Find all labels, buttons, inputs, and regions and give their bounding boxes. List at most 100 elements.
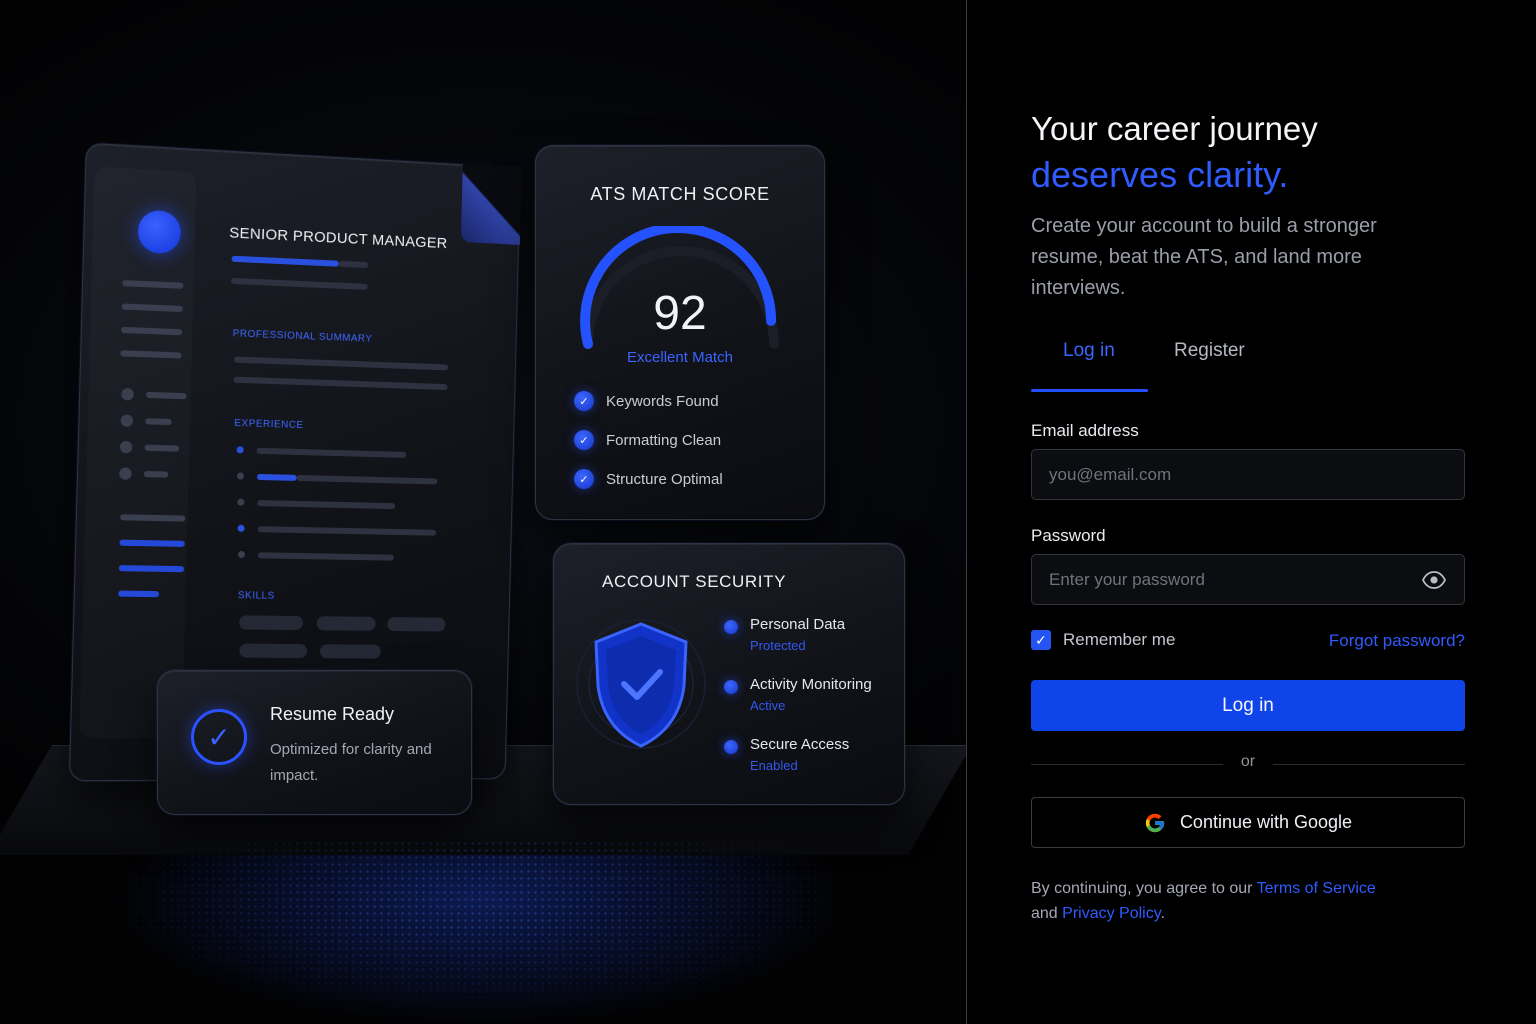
sidebar-dot	[121, 414, 134, 427]
log-in-button[interactable]: Log in	[1031, 680, 1465, 731]
text-line	[258, 526, 437, 536]
skill-pill	[239, 644, 307, 659]
remember-me-label: Remember me	[1063, 630, 1175, 650]
skill-pill	[239, 615, 303, 630]
section-skills: Skills	[238, 590, 275, 602]
ats-check-label: Formatting Clean	[606, 432, 721, 449]
avatar	[137, 210, 181, 255]
hero-illustration: Senior Product Manager Professional Summ…	[0, 0, 966, 1024]
resume-ready-card: ✓ Resume Ready Optimized for clarity and…	[157, 670, 472, 815]
email-field-wrapper	[1031, 449, 1465, 500]
ats-check-label: Keywords Found	[606, 393, 719, 410]
password-label: Password	[1031, 526, 1106, 546]
security-item-state: Active	[750, 698, 785, 713]
text-line	[297, 475, 438, 485]
bullet	[237, 446, 244, 453]
password-field-wrapper	[1031, 554, 1465, 605]
text-line	[233, 377, 447, 390]
legal-prefix: By continuing, you agree to our	[1031, 880, 1252, 897]
resume-title: Senior Product Manager	[229, 224, 448, 252]
sidebar-line	[121, 327, 182, 336]
ats-check-item: ✓ Formatting Clean	[574, 430, 721, 450]
headline-accent: deserves clarity.	[1031, 153, 1288, 197]
headline: Your career journey	[1031, 108, 1318, 150]
divider-line	[1273, 764, 1465, 765]
security-item-name: Activity Monitoring	[750, 676, 872, 693]
security-item-state: Enabled	[750, 758, 798, 773]
text-line	[231, 278, 368, 290]
sidebar-line	[144, 471, 169, 478]
sidebar-dot	[120, 441, 133, 454]
skill-pill	[320, 644, 381, 658]
ats-check-item: ✓ Keywords Found	[574, 391, 719, 411]
resume-ready-subtitle: Optimized for clarity and impact.	[270, 737, 440, 789]
status-dot	[724, 680, 738, 694]
skill-pill	[387, 617, 445, 631]
forgot-password-link[interactable]: Forgot password?	[1329, 631, 1465, 651]
auth-tabs: Log in Register	[1031, 340, 1465, 392]
lead-text: Create your account to build a stronger …	[1031, 211, 1411, 304]
skill-pill	[317, 616, 376, 631]
security-item-name: Secure Access	[750, 736, 849, 753]
resume-sidebar	[79, 166, 196, 738]
sidebar-line	[145, 418, 172, 425]
sidebar-dot	[119, 467, 132, 480]
security-card-title: ACCOUNT SECURITY	[602, 572, 786, 592]
check-icon: ✓	[574, 391, 594, 411]
check-circle-icon: ✓	[191, 709, 247, 765]
active-tab-indicator	[1031, 389, 1148, 392]
ats-card-title: ATS MATCH SCORE	[536, 184, 824, 205]
sidebar-line	[122, 280, 183, 289]
text-line	[257, 474, 297, 481]
tab-register[interactable]: Register	[1174, 340, 1245, 362]
text-line	[257, 448, 407, 458]
email-label: Email address	[1031, 421, 1139, 441]
shield-icon	[576, 606, 706, 756]
legal-middle: and	[1031, 905, 1058, 922]
status-dot	[724, 740, 738, 754]
sidebar-line	[146, 392, 187, 399]
title-underline	[339, 261, 369, 268]
check-icon: ✓	[574, 469, 594, 489]
continue-with-google-button[interactable]: Continue with Google	[1031, 797, 1465, 848]
tab-log-in[interactable]: Log in	[1063, 340, 1115, 362]
or-label: or	[1031, 753, 1465, 771]
sidebar-line	[119, 565, 184, 572]
sidebar-dot	[121, 388, 134, 401]
google-icon	[1144, 812, 1166, 834]
eye-icon[interactable]	[1422, 569, 1446, 591]
resume-ready-title: Resume Ready	[270, 704, 394, 725]
auth-panel: Your career journey deserves clarity. Cr…	[967, 0, 1536, 1024]
privacy-policy-link[interactable]: Privacy Policy	[1062, 905, 1160, 922]
section-experience: Experience	[234, 418, 303, 431]
ats-score: 92	[536, 286, 824, 341]
bullet	[238, 551, 245, 558]
security-item-state: Protected	[750, 638, 806, 653]
terms-of-service-link[interactable]: Terms of Service	[1257, 880, 1376, 897]
sidebar-line	[122, 303, 183, 312]
google-button-label: Continue with Google	[1180, 812, 1352, 833]
legal-text: By continuing, you agree to our Terms of…	[1031, 876, 1465, 926]
text-line	[257, 500, 395, 509]
or-divider: or	[1031, 753, 1465, 775]
password-field[interactable]	[1032, 555, 1464, 604]
text-line	[258, 552, 394, 560]
ats-match-label: Excellent Match	[536, 349, 824, 366]
check-icon: ✓	[574, 430, 594, 450]
security-item-name: Personal Data	[750, 616, 845, 633]
text-line	[234, 357, 448, 371]
legal-suffix: .	[1161, 905, 1165, 922]
sidebar-line	[144, 445, 179, 452]
bullet	[238, 525, 245, 532]
page-fold	[461, 163, 522, 245]
checkbox-checked-icon: ✓	[1031, 630, 1051, 650]
status-dot	[724, 620, 738, 634]
title-underline	[232, 256, 339, 267]
bullet	[237, 499, 244, 506]
ats-check-item: ✓ Structure Optimal	[574, 469, 723, 489]
bullet	[237, 472, 244, 479]
email-field[interactable]	[1032, 450, 1464, 499]
remember-me-checkbox[interactable]: ✓ Remember me	[1031, 630, 1175, 650]
dot-mesh	[0, 840, 966, 1024]
sidebar-line	[119, 540, 184, 547]
